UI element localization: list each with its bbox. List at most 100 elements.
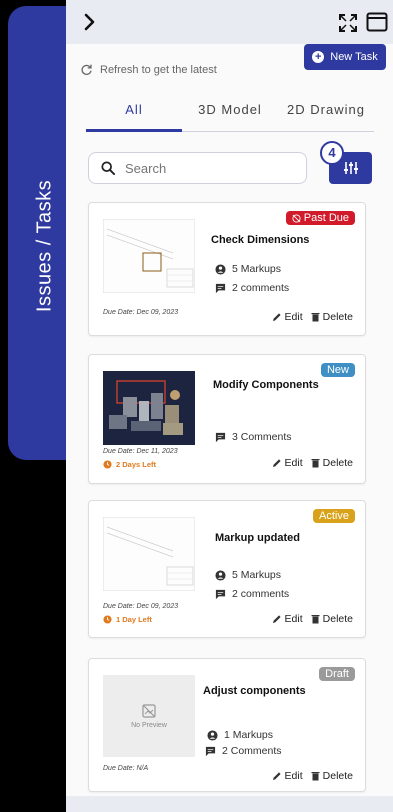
comment-icon — [215, 589, 226, 599]
edit-button[interactable]: Edit — [272, 613, 303, 625]
search-input[interactable] — [125, 160, 285, 176]
edit-button[interactable]: Edit — [272, 311, 303, 323]
days-left-label: 1 Day Left — [116, 615, 152, 624]
markups-row: 5 Markups — [215, 263, 281, 275]
edit-label: Edit — [284, 457, 303, 469]
active-tab-underline — [86, 129, 182, 132]
expand-icon[interactable] — [338, 13, 358, 33]
status-label: Past Due — [303, 212, 349, 224]
due-date: Due Date: N/A — [103, 765, 149, 772]
image-off-icon — [142, 703, 156, 718]
edit-button[interactable]: Edit — [272, 770, 303, 782]
no-preview-placeholder: No Preview — [103, 675, 195, 757]
search-icon — [101, 161, 115, 175]
delete-label: Delete — [322, 770, 353, 782]
due-date: Due Date: Dec 09, 2023 — [103, 309, 179, 316]
side-tab-label: Issues / Tasks — [33, 179, 56, 313]
card-actions: Edit Delete — [272, 770, 353, 782]
pencil-icon — [272, 772, 281, 780]
pencil-icon — [272, 459, 281, 467]
status-badge: Active — [313, 509, 355, 523]
due-date: Due Date: Dec 09, 2023 — [103, 603, 179, 610]
refresh-label: Refresh to get the latest — [100, 63, 217, 76]
tab-3d-model[interactable]: 3D Model — [182, 100, 278, 132]
edit-label: Edit — [284, 311, 303, 323]
refresh-icon — [81, 64, 92, 75]
filter-count-badge: 4 — [320, 141, 344, 165]
comments-row: 3 Comments — [215, 431, 292, 443]
markups-row: 1 Markups — [207, 729, 273, 741]
comments-count: 2 comments — [232, 282, 290, 294]
comments-row: 2 comments — [215, 282, 289, 294]
days-left-indicator: 1 Day Left — [103, 615, 152, 624]
clock-off-icon — [292, 213, 301, 223]
drawing-thumbnail — [103, 219, 195, 293]
task-title: Check Dimensions — [211, 234, 310, 246]
tasks-panel: + New Task Refresh to get the latest All… — [66, 0, 393, 812]
task-card[interactable]: New Modify Components 3 Comments Due Dat… — [88, 354, 366, 484]
trash-icon — [311, 615, 320, 624]
window-icon[interactable] — [366, 12, 388, 32]
pencil-icon — [272, 313, 281, 321]
new-task-button[interactable]: + New Task — [304, 44, 386, 70]
edit-button[interactable]: Edit — [272, 457, 303, 469]
view-tabs: All 3D Model 2D Drawing — [86, 100, 374, 132]
refresh-link[interactable]: Refresh to get the latest — [80, 63, 217, 76]
due-date: Due Date: Dec 11, 2023 — [103, 448, 178, 455]
trash-icon — [311, 772, 320, 781]
tab-2d-drawing[interactable]: 2D Drawing — [278, 100, 374, 132]
markups-row: 5 Markups — [215, 569, 281, 581]
bottom-bar — [66, 796, 393, 812]
comments-row: 2 comments — [215, 588, 289, 600]
chevron-right-icon[interactable] — [80, 12, 100, 32]
delete-button[interactable]: Delete — [311, 457, 353, 469]
days-left-indicator: 2 Days Left — [103, 460, 156, 469]
markups-count: 5 Markups — [232, 263, 282, 275]
comments-count: 3 Comments — [232, 431, 292, 443]
sliders-icon — [343, 162, 358, 174]
clock-icon — [103, 615, 112, 624]
plus-icon: + — [312, 51, 325, 63]
delete-button[interactable]: Delete — [311, 613, 353, 625]
comment-icon — [215, 432, 226, 442]
task-title: Markup updated — [215, 532, 300, 544]
task-card[interactable]: Active Markup updated 5 Markups 2 commen… — [88, 500, 366, 638]
comments-row: 2 Comments — [205, 745, 282, 757]
user-icon — [207, 729, 218, 741]
delete-button[interactable]: Delete — [311, 311, 353, 323]
comments-count: 2 comments — [232, 588, 290, 600]
card-actions: Edit Delete — [272, 457, 353, 469]
edit-label: Edit — [284, 613, 303, 625]
no-preview-label: No Preview — [131, 721, 167, 729]
drawing-thumbnail — [103, 517, 195, 591]
new-task-label: New Task — [330, 51, 378, 63]
status-badge: Past Due — [285, 211, 355, 225]
comment-icon — [215, 283, 226, 293]
top-bar — [66, 0, 393, 44]
comments-count: 2 Comments — [222, 745, 282, 757]
clock-icon — [103, 460, 112, 469]
issues-tasks-side-tab[interactable]: Issues / Tasks — [8, 6, 66, 460]
search-box[interactable] — [88, 152, 307, 184]
delete-label: Delete — [322, 613, 353, 625]
tab-all[interactable]: All — [86, 100, 182, 132]
status-badge: New — [320, 363, 355, 377]
days-left-label: 2 Days Left — [116, 460, 157, 469]
task-card[interactable]: Past Due Check Dimensions 5 Markups 2 co… — [88, 202, 366, 336]
user-icon — [215, 569, 226, 581]
pencil-icon — [272, 615, 281, 623]
trash-icon — [311, 459, 320, 468]
task-card[interactable]: No Preview Draft Adjust components 1 Mar… — [88, 658, 366, 792]
status-badge: Draft — [319, 667, 355, 681]
card-actions: Edit Delete — [272, 613, 353, 625]
edit-label: Edit — [284, 770, 303, 782]
markups-count: 1 Markups — [224, 729, 274, 741]
delete-label: Delete — [322, 311, 353, 323]
delete-label: Delete — [322, 457, 353, 469]
delete-button[interactable]: Delete — [311, 770, 353, 782]
user-icon — [215, 263, 226, 275]
comment-icon — [205, 746, 216, 756]
task-title: Modify Components — [213, 379, 319, 391]
trash-icon — [311, 313, 320, 322]
model-thumbnail — [103, 371, 195, 445]
